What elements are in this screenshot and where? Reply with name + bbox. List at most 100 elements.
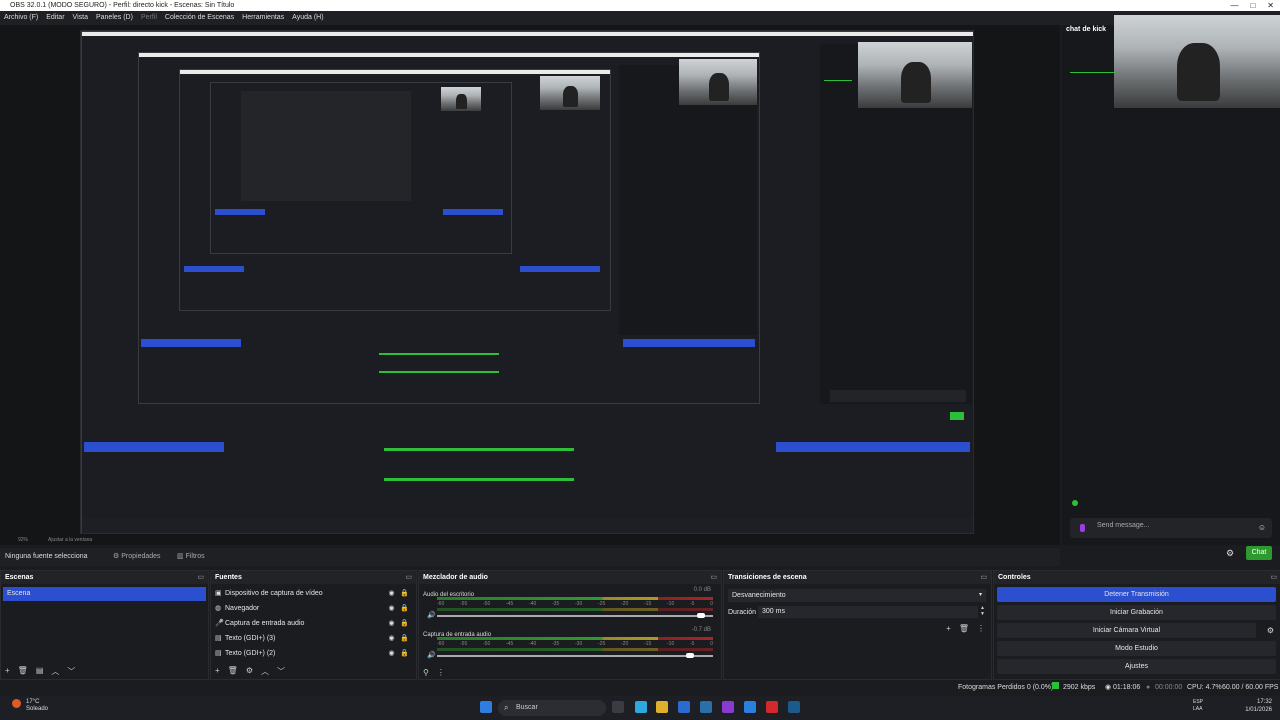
properties-button[interactable]: ⚙ Propiedades xyxy=(113,548,161,566)
volume-slider[interactable] xyxy=(437,615,713,617)
zoom-level[interactable]: 92% xyxy=(18,537,28,543)
move-down-icon[interactable]: ﹀ xyxy=(67,666,75,677)
steam-icon[interactable] xyxy=(788,701,800,713)
lock-icon[interactable]: 🔒 xyxy=(398,647,411,661)
duration-stepper[interactable]: ▲ ▼ xyxy=(980,605,985,617)
source-row[interactable]: ▤ Texto (GDI+) (2) ◉ 🔒 xyxy=(215,647,411,661)
undock-icon[interactable]: ▭ xyxy=(980,571,987,584)
edge-icon[interactable] xyxy=(635,701,647,713)
menu-archivo[interactable]: Archivo (F) xyxy=(4,11,38,25)
windows-start-icon[interactable] xyxy=(480,701,492,713)
nested-capture-5 xyxy=(241,91,411,201)
menu-ayuda[interactable]: Ayuda (H) xyxy=(292,11,323,25)
trash-icon[interactable]: 🗑 xyxy=(959,624,969,633)
app-icon[interactable] xyxy=(722,701,734,713)
lock-icon[interactable]: 🔒 xyxy=(398,602,411,616)
properties-label: Propiedades xyxy=(121,553,161,560)
lock-icon[interactable]: 🔒 xyxy=(398,587,411,601)
volume-slider-knob[interactable] xyxy=(696,613,705,618)
undock-icon[interactable]: ▭ xyxy=(1270,571,1277,584)
chrome-icon[interactable] xyxy=(678,701,690,713)
add-icon[interactable]: + xyxy=(946,624,951,633)
eye-icon[interactable]: ◉ xyxy=(385,602,398,616)
volume-slider-knob[interactable] xyxy=(685,653,694,658)
scene-item[interactable]: Escena xyxy=(3,587,206,601)
meter-tick: -5 xyxy=(690,601,695,607)
settings-button[interactable]: Ajustes xyxy=(997,659,1276,674)
add-icon[interactable]: + xyxy=(5,666,10,677)
transition-select[interactable]: Desvanecimiento ▾ xyxy=(728,589,986,602)
menu-coleccion-escenas[interactable]: Colección de Escenas xyxy=(165,11,234,25)
chat-input[interactable]: Send message... ☺ xyxy=(1070,518,1272,538)
maximize-button[interactable]: □ xyxy=(1250,0,1255,11)
lock-icon[interactable]: 🔒 xyxy=(398,632,411,646)
meter-tick: -25 xyxy=(598,641,606,647)
source-row[interactable]: 🎤 Captura de entrada audio ◉ 🔒 xyxy=(215,617,411,631)
volume-slider[interactable] xyxy=(437,655,713,657)
duration-input[interactable]: 300 ms xyxy=(758,606,978,618)
file-explorer-icon[interactable] xyxy=(656,701,668,713)
nested-cam-2 xyxy=(679,59,757,105)
weather-widget[interactable]: 17°C Soleado xyxy=(26,699,48,713)
gear-icon[interactable]: ⚙ xyxy=(1226,548,1234,559)
move-up-icon[interactable]: ︿ xyxy=(51,666,59,677)
bitrate: 2902 kbps xyxy=(1063,684,1096,691)
weather-icon[interactable] xyxy=(12,699,21,708)
nested-meter-2 xyxy=(384,448,574,451)
undock-icon[interactable]: ▭ xyxy=(710,571,717,584)
lock-icon[interactable]: 🔒 xyxy=(398,617,411,631)
preview-canvas[interactable] xyxy=(80,30,974,534)
source-row[interactable]: ▤ Texto (GDI+) (3) ◉ 🔒 xyxy=(215,632,411,646)
eye-icon[interactable]: ◉ xyxy=(385,617,398,631)
undock-icon[interactable]: ▭ xyxy=(405,571,412,584)
filters-button[interactable]: ▥ Filtros xyxy=(177,548,205,566)
taskbar-search[interactable]: ⌕ Buscar xyxy=(498,700,606,716)
chat-send-button[interactable]: Chat xyxy=(1246,546,1272,560)
move-up-icon[interactable]: ︿ xyxy=(261,666,269,677)
eye-icon[interactable]: ◉ xyxy=(385,647,398,661)
move-down-icon[interactable]: ﹀ xyxy=(277,666,285,677)
trash-icon[interactable]: 🗑 xyxy=(18,666,28,677)
menu-perfil[interactable]: Perfil xyxy=(141,11,157,25)
language-indicator[interactable]: ESP LAA xyxy=(1193,699,1203,713)
obs-icon[interactable] xyxy=(766,701,778,713)
camera-icon: ▣ xyxy=(215,590,222,597)
dropped-frames: Fotogramas Perdidos 0 (0.0%) xyxy=(958,684,1054,691)
add-icon[interactable]: + xyxy=(215,666,220,677)
more-icon[interactable]: ⋮ xyxy=(977,624,985,633)
app-icon[interactable] xyxy=(744,701,756,713)
speaker-icon[interactable]: 🔊 xyxy=(427,651,436,659)
trash-icon[interactable]: 🗑 xyxy=(228,666,238,677)
source-row[interactable]: ◍ Navegador ◉ 🔒 xyxy=(215,602,411,616)
menu-herramientas[interactable]: Herramientas xyxy=(242,11,284,25)
record-icon: ● xyxy=(1146,684,1151,691)
filter-icon[interactable]: ▤ xyxy=(36,666,44,677)
clock[interactable]: 17:32 1/01/2026 xyxy=(1245,698,1272,714)
more-icon[interactable]: ⋮ xyxy=(437,668,445,677)
start-recording-button[interactable]: Iniciar Grabación xyxy=(997,605,1276,620)
undock-icon[interactable]: ▭ xyxy=(197,571,204,584)
source-row[interactable]: ▣ Dispositivo de captura de vídeo ◉ 🔒 xyxy=(215,587,411,601)
link-icon[interactable]: ⚲ xyxy=(423,668,429,677)
microphone-icon: 🎤 xyxy=(215,620,224,627)
gear-icon[interactable]: ⚙ xyxy=(1267,626,1274,635)
store-icon[interactable] xyxy=(700,701,712,713)
menu-editar[interactable]: Editar xyxy=(46,11,64,25)
fit-window-label[interactable]: Ajustar a la ventana xyxy=(48,537,92,543)
nested-scene-2 xyxy=(84,442,224,452)
menu-vista[interactable]: Vista xyxy=(73,11,88,25)
studio-mode-button[interactable]: Modo Estudio xyxy=(997,641,1276,656)
start-virtual-camera-button[interactable]: Iniciar Cámara Virtual xyxy=(997,623,1256,638)
gear-icon[interactable]: ⚙ xyxy=(246,666,253,677)
minimize-button[interactable]: — xyxy=(1230,0,1238,11)
microphone-icon[interactable] xyxy=(1080,524,1085,532)
close-button[interactable]: ✕ xyxy=(1267,0,1274,11)
task-view-icon[interactable] xyxy=(612,701,624,713)
menu-paneles[interactable]: Paneles (D) xyxy=(96,11,133,25)
stop-stream-button[interactable]: Detener Transmisión xyxy=(997,587,1276,602)
eye-icon[interactable]: ◉ xyxy=(385,632,398,646)
emoji-icon[interactable]: ☺ xyxy=(1258,523,1266,532)
speaker-icon[interactable]: 🔊 xyxy=(427,611,436,619)
meter-tick: 0 xyxy=(710,601,713,607)
eye-icon[interactable]: ◉ xyxy=(385,587,398,601)
